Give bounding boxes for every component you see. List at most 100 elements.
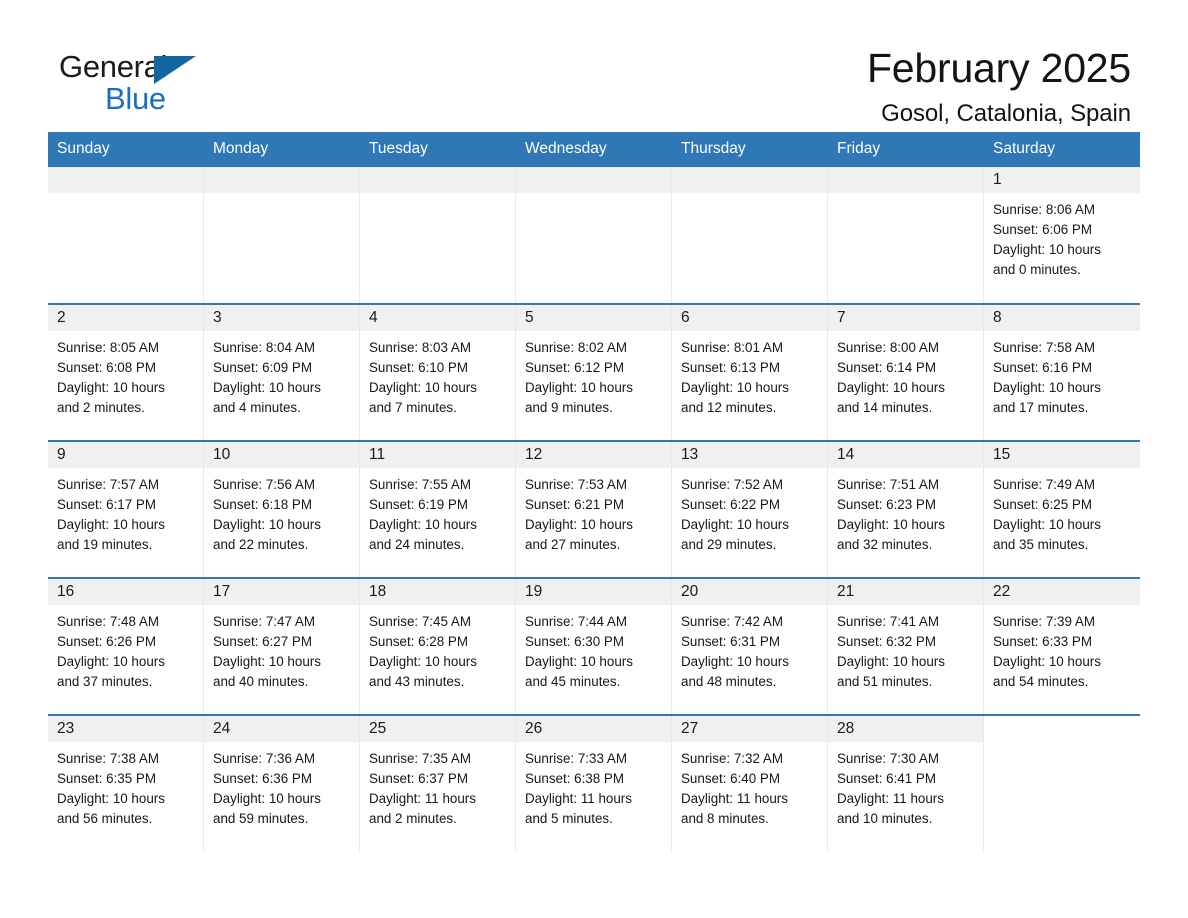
daylight-text-line1: Daylight: 10 hours [525,380,633,395]
calendar-day-cell[interactable]: 18 Sunrise: 7:45 AM Sunset: 6:28 PM Dayligh… [360,579,516,714]
daylight-text-line1: Daylight: 10 hours [993,242,1101,257]
day-number: 4 [360,305,515,331]
calendar-day-cell-empty [48,167,204,303]
calendar-day-cell[interactable]: 11 Sunrise: 7:55 AM Sunset: 6:19 PM Dayligh… [360,442,516,577]
sunset-text: Sunset: 6:06 PM [993,222,1092,237]
calendar-day-cell[interactable]: 21 Sunrise: 7:41 AM Sunset: 6:32 PM Dayligh… [828,579,984,714]
sunrise-text: Sunrise: 8:05 AM [57,340,159,355]
calendar-day-cell[interactable]: 9 Sunrise: 7:57 AM Sunset: 6:17 PM Daylight… [48,442,204,577]
daylight-text-line2: and 27 minutes. [525,537,621,552]
sunset-text: Sunset: 6:16 PM [993,360,1092,375]
daylight-text-line2: and 24 minutes. [369,537,465,552]
sunset-text: Sunset: 6:12 PM [525,360,624,375]
day-number: 13 [672,442,827,468]
calendar-day-cell[interactable]: 17 Sunrise: 7:47 AM Sunset: 6:27 PM Dayligh… [204,579,360,714]
calendar-day-cell-empty [516,167,672,303]
sunset-text: Sunset: 6:13 PM [681,360,780,375]
daylight-text-line2: and 4 minutes. [213,400,301,415]
calendar-day-cell[interactable]: 24 Sunrise: 7:36 AM Sunset: 6:36 PM Dayligh… [204,716,360,851]
sunset-text: Sunset: 6:37 PM [369,771,468,786]
day-details: Sunrise: 7:38 AM Sunset: 6:35 PM Daylight:… [48,742,203,829]
sunset-text: Sunset: 6:33 PM [993,634,1092,649]
calendar-day-cell[interactable]: 25 Sunrise: 7:35 AM Sunset: 6:37 PM Dayligh… [360,716,516,851]
calendar-weeks: 1 Sunrise: 8:06 AM Sunset: 6:06 PM Daylight… [48,167,1140,851]
sunrise-text: Sunrise: 7:56 AM [213,477,315,492]
daylight-text-line2: and 8 minutes. [681,811,769,826]
daylight-text-line2: and 9 minutes. [525,400,613,415]
calendar-day-cell[interactable]: 28 Sunrise: 7:30 AM Sunset: 6:41 PM Dayligh… [828,716,984,851]
daylight-text-line2: and 22 minutes. [213,537,309,552]
calendar-day-cell[interactable]: 12 Sunrise: 7:53 AM Sunset: 6:21 PM Dayligh… [516,442,672,577]
day-number [984,716,1140,742]
calendar-day-cell-empty [984,716,1140,851]
sunrise-text: Sunrise: 7:44 AM [525,614,627,629]
calendar-day-cell[interactable]: 7 Sunrise: 8:00 AM Sunset: 6:14 PM Daylight… [828,305,984,440]
daylight-text-line1: Daylight: 11 hours [525,791,632,806]
daylight-text-line2: and 40 minutes. [213,674,309,689]
calendar-day-cell[interactable]: 15 Sunrise: 7:49 AM Sunset: 6:25 PM Dayligh… [984,442,1140,577]
day-details: Sunrise: 7:52 AM Sunset: 6:22 PM Daylight:… [672,468,827,555]
calendar-week-row: 1 Sunrise: 8:06 AM Sunset: 6:06 PM Daylight… [48,167,1140,303]
daylight-text-line1: Daylight: 10 hours [993,380,1101,395]
calendar-day-cell[interactable]: 5 Sunrise: 8:02 AM Sunset: 6:12 PM Daylight… [516,305,672,440]
calendar-day-cell[interactable]: 27 Sunrise: 7:32 AM Sunset: 6:40 PM Dayligh… [672,716,828,851]
sunset-text: Sunset: 6:21 PM [525,497,624,512]
daylight-text-line2: and 54 minutes. [993,674,1089,689]
day-number: 18 [360,579,515,605]
calendar-day-cell[interactable]: 20 Sunrise: 7:42 AM Sunset: 6:31 PM Dayligh… [672,579,828,714]
day-details: Sunrise: 7:35 AM Sunset: 6:37 PM Daylight:… [360,742,515,829]
daylight-text-line1: Daylight: 10 hours [681,517,789,532]
calendar-day-cell[interactable]: 6 Sunrise: 8:01 AM Sunset: 6:13 PM Daylight… [672,305,828,440]
triangle-flag-icon [154,56,196,84]
sunrise-text: Sunrise: 7:52 AM [681,477,783,492]
day-details: Sunrise: 8:04 AM Sunset: 6:09 PM Daylight:… [204,331,359,418]
sunset-text: Sunset: 6:25 PM [993,497,1092,512]
day-number: 21 [828,579,983,605]
calendar-day-cell-empty [360,167,516,303]
weekday-header-tuesday: Tuesday [369,140,428,157]
day-details: Sunrise: 7:41 AM Sunset: 6:32 PM Daylight:… [828,605,983,692]
sunset-text: Sunset: 6:40 PM [681,771,780,786]
calendar-day-cell[interactable]: 19 Sunrise: 7:44 AM Sunset: 6:30 PM Dayligh… [516,579,672,714]
calendar-day-cell[interactable]: 16 Sunrise: 7:48 AM Sunset: 6:26 PM Dayligh… [48,579,204,714]
sunrise-text: Sunrise: 7:30 AM [837,751,939,766]
day-details: Sunrise: 7:30 AM Sunset: 6:41 PM Daylight:… [828,742,983,829]
calendar-day-cell[interactable]: 23 Sunrise: 7:38 AM Sunset: 6:35 PM Dayligh… [48,716,204,851]
daylight-text-line1: Daylight: 10 hours [681,654,789,669]
calendar-day-cell[interactable]: 3 Sunrise: 8:04 AM Sunset: 6:09 PM Daylight… [204,305,360,440]
calendar-day-cell[interactable]: 22 Sunrise: 7:39 AM Sunset: 6:33 PM Dayligh… [984,579,1140,714]
sunrise-text: Sunrise: 7:51 AM [837,477,939,492]
sunset-text: Sunset: 6:17 PM [57,497,156,512]
daylight-text-line2: and 12 minutes. [681,400,777,415]
calendar-day-cell[interactable]: 26 Sunrise: 7:33 AM Sunset: 6:38 PM Dayligh… [516,716,672,851]
daylight-text-line1: Daylight: 10 hours [213,517,321,532]
daylight-text-line1: Daylight: 10 hours [57,654,165,669]
calendar-day-cell[interactable]: 2 Sunrise: 8:05 AM Sunset: 6:08 PM Daylight… [48,305,204,440]
calendar-week-row: 23 Sunrise: 7:38 AM Sunset: 6:35 PM Dayligh… [48,714,1140,851]
calendar-day-cell[interactable]: 8 Sunrise: 7:58 AM Sunset: 6:16 PM Daylight… [984,305,1140,440]
weekday-header-friday: Friday [837,140,881,157]
weekday-header-row: Sunday Monday Tuesday Wednesday Thursday Frid… [48,132,1140,167]
daylight-text-line2: and 17 minutes. [993,400,1089,415]
day-details: Sunrise: 7:51 AM Sunset: 6:23 PM Daylight:… [828,468,983,555]
day-details: Sunrise: 7:57 AM Sunset: 6:17 PM Daylight:… [48,468,203,555]
calendar-day-cell[interactable]: 4 Sunrise: 8:03 AM Sunset: 6:10 PM Daylight… [360,305,516,440]
sunset-text: Sunset: 6:31 PM [681,634,780,649]
calendar-day-cell[interactable]: 1 Sunrise: 8:06 AM Sunset: 6:06 PM Daylight… [984,167,1140,303]
day-details: Sunrise: 7:49 AM Sunset: 6:25 PM Daylight:… [984,468,1140,555]
day-number: 1 [984,167,1140,193]
calendar-day-cell[interactable]: 10 Sunrise: 7:56 AM Sunset: 6:18 PM Dayligh… [204,442,360,577]
sunset-text: Sunset: 6:38 PM [525,771,624,786]
sunset-text: Sunset: 6:26 PM [57,634,156,649]
calendar-day-cell[interactable]: 13 Sunrise: 7:52 AM Sunset: 6:22 PM Dayligh… [672,442,828,577]
sunrise-text: Sunrise: 7:38 AM [57,751,159,766]
sunset-text: Sunset: 6:28 PM [369,634,468,649]
sunset-text: Sunset: 6:32 PM [837,634,936,649]
day-details: Sunrise: 7:48 AM Sunset: 6:26 PM Daylight:… [48,605,203,692]
sunset-text: Sunset: 6:30 PM [525,634,624,649]
calendar-day-cell[interactable]: 14 Sunrise: 7:51 AM Sunset: 6:23 PM Dayligh… [828,442,984,577]
weekday-header-sunday: Sunday [57,140,110,157]
day-details: Sunrise: 7:42 AM Sunset: 6:31 PM Daylight:… [672,605,827,692]
daylight-text-line2: and 2 minutes. [369,811,457,826]
day-details: Sunrise: 7:53 AM Sunset: 6:21 PM Daylight:… [516,468,671,555]
